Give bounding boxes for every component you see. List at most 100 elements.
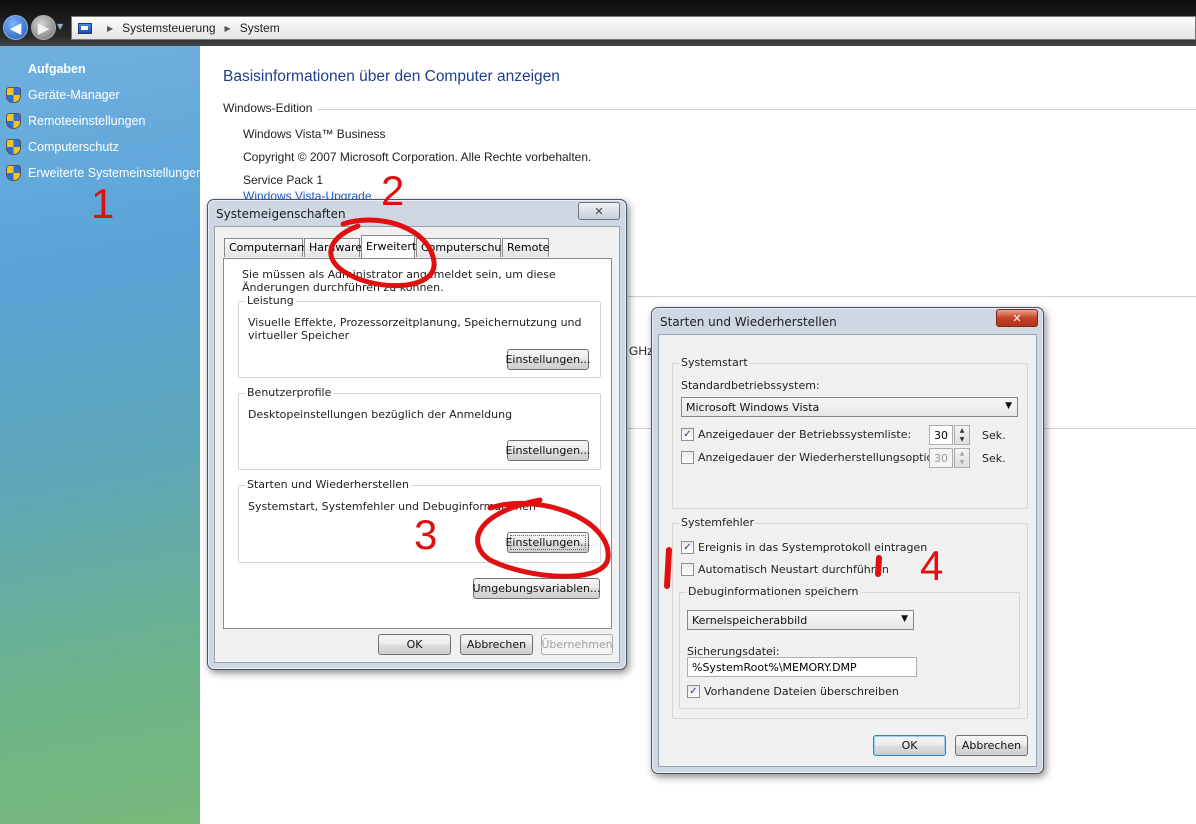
- close-icon[interactable]: ✕: [578, 202, 620, 220]
- forward-arrow-icon[interactable]: ▶: [31, 15, 56, 40]
- group-title: Debuginformationen speichern: [686, 585, 861, 598]
- explorer-toolbar: ◀ ▶ ▼ ▶ Systemsteuerung ▶ System: [0, 0, 1196, 46]
- show-recovery-seconds-input[interactable]: 30: [929, 448, 953, 468]
- group-debug-info: Debuginformationen speichern Kernelspeic…: [679, 585, 1020, 709]
- group-description: Desktopeinstellungen bezüglich der Anmel…: [248, 408, 513, 421]
- overwrite-checkbox[interactable]: ✓ Vorhandene Dateien überschreiben: [687, 685, 899, 698]
- tab-computername[interactable]: Computername: [224, 238, 315, 257]
- group-title: Starten und Wiederherstellen: [245, 478, 411, 491]
- show-list-checkbox[interactable]: ✓ Anzeigedauer der Betriebssystemliste:: [681, 428, 911, 441]
- auto-restart-checkbox[interactable]: Automatisch Neustart durchführen: [681, 563, 889, 576]
- show-recovery-spinner[interactable]: ▲ ▼: [954, 448, 970, 468]
- default-os-value: Microsoft Windows Vista: [686, 401, 820, 414]
- control-panel-icon: [78, 22, 92, 34]
- back-arrow-icon[interactable]: ◀: [3, 15, 28, 40]
- show-list-seconds-input[interactable]: 30: [929, 425, 953, 445]
- breadcrumb-systemsteuerung[interactable]: Systemsteuerung: [122, 21, 215, 35]
- annotation-number-2: 2: [381, 167, 405, 214]
- tab-computerschutz[interactable]: Computerschutz: [416, 238, 512, 257]
- section-heading-edition: Windows-Edition: [223, 101, 313, 115]
- checkbox-unchecked-icon: [681, 451, 694, 464]
- shield-icon: [6, 165, 21, 181]
- shield-icon: [6, 139, 21, 155]
- checkbox-label: Anzeigedauer der Betriebssystemliste:: [698, 428, 912, 441]
- sidebar-item-remote-settings[interactable]: Remoteeinstellungen: [6, 112, 145, 130]
- apply-button[interactable]: Übernehmen: [541, 634, 613, 655]
- group-leistung: Leistung Visuelle Effekte, Prozessorzeit…: [238, 294, 601, 378]
- startup-recovery-dialog: Starten und Wiederherstellen ✕ Systemsta…: [651, 307, 1044, 774]
- divider: [628, 296, 1196, 297]
- tab-remote[interactable]: Remote: [502, 238, 549, 257]
- tab-hardware[interactable]: Hardware: [304, 238, 362, 257]
- debug-type-select[interactable]: Kernelspeicherabbild ▼: [687, 610, 914, 630]
- system-properties-dialog: Systemeigenschaften ✕ Computername Hardw…: [207, 199, 627, 670]
- group-title: Benutzerprofile: [245, 386, 334, 399]
- sidebar-item-system-protection[interactable]: Computerschutz: [6, 138, 119, 156]
- checkbox-unchecked-icon: [681, 563, 694, 576]
- performance-settings-button[interactable]: Einstellungen...: [505, 349, 591, 370]
- unit-label: Sek.: [982, 452, 1006, 465]
- group-title: Systemstart: [679, 356, 750, 369]
- ok-button[interactable]: OK: [378, 634, 451, 655]
- checkbox-checked-icon: ✓: [687, 685, 700, 698]
- checkbox-label: Automatisch Neustart durchführen: [698, 563, 889, 576]
- service-pack: Service Pack 1: [243, 173, 324, 187]
- admin-note: Sie müssen als Administrator angemeldet …: [242, 268, 556, 294]
- chevron-down-icon: ▼: [1005, 401, 1012, 411]
- address-bar[interactable]: ▶ Systemsteuerung ▶ System: [71, 16, 1196, 40]
- chevron-right-icon: ▶: [107, 23, 114, 33]
- default-os-select[interactable]: Microsoft Windows Vista ▼: [681, 397, 1018, 417]
- group-benutzerprofile: Benutzerprofile Desktopeinstellungen bez…: [238, 386, 601, 470]
- annotation-number-3: 3: [414, 511, 438, 558]
- shield-icon: [6, 113, 21, 129]
- sidebar-item-device-manager[interactable]: Geräte-Manager: [6, 86, 120, 104]
- checkbox-checked-icon: ✓: [681, 541, 694, 554]
- breadcrumb-system[interactable]: System: [240, 21, 280, 35]
- group-systemfehler: Systemfehler ✓ Ereignis in das Systemprot…: [672, 516, 1028, 719]
- annotation-number-4: 4: [920, 542, 944, 589]
- edition-name: Windows Vista™ Business: [243, 127, 386, 141]
- page-title: Basisinformationen über den Computer anz…: [223, 68, 560, 85]
- divider: [318, 109, 1196, 110]
- group-title: Systemfehler: [679, 516, 756, 529]
- show-list-spinner[interactable]: ▲ ▼: [954, 425, 970, 445]
- history-dropdown-icon[interactable]: ▼: [57, 22, 63, 31]
- dialog-body: Computername Hardware Erweitert Computer…: [214, 226, 620, 663]
- dialog-body: Systemstart Standardbetriebssystem: Micr…: [658, 334, 1037, 767]
- ok-button[interactable]: OK: [873, 735, 946, 756]
- chevron-down-icon: ▼: [901, 614, 908, 624]
- checkbox-label: Ereignis in das Systemprotokoll eintrage…: [698, 541, 928, 554]
- sidebar-heading: Aufgaben: [28, 62, 86, 76]
- show-recovery-checkbox[interactable]: Anzeigedauer der Wiederherstellungsoptio…: [681, 451, 958, 464]
- sidebar-item-label: Erweiterte Systemeinstellungen: [28, 166, 204, 180]
- tab-erweitert[interactable]: Erweitert: [361, 235, 416, 258]
- cancel-button[interactable]: Abbrechen: [460, 634, 533, 655]
- chevron-right-icon: ▶: [224, 23, 231, 33]
- shield-icon: [6, 87, 21, 103]
- dump-file-input[interactable]: %SystemRoot%\MEMORY.DMP: [687, 657, 917, 677]
- sidebar-item-label: Remoteeinstellungen: [28, 114, 146, 128]
- close-icon[interactable]: ✕: [996, 309, 1038, 327]
- startup-recovery-settings-button[interactable]: Einstellungen...: [505, 532, 591, 553]
- sidebar-item-label: Geräte-Manager: [28, 88, 120, 102]
- profile-settings-button[interactable]: Einstellungen...: [505, 440, 591, 461]
- group-title: Leistung: [245, 294, 296, 307]
- screenshot-stage: ◀ ▶ ▼ ▶ Systemsteuerung ▶ System Aufgabe…: [0, 0, 1196, 824]
- dialog-title: Systemeigenschaften: [216, 207, 346, 221]
- checkbox-checked-icon: ✓: [681, 428, 694, 441]
- processor-speed-fragment: GHz: [629, 344, 653, 358]
- group-description: Visuelle Effekte, Prozessorzeitplanung, …: [248, 316, 582, 342]
- unit-label: Sek.: [982, 429, 1006, 442]
- log-event-checkbox[interactable]: ✓ Ereignis in das Systemprotokoll eintrag…: [681, 541, 927, 554]
- sidebar-item-label: Computerschutz: [28, 140, 120, 154]
- copyright-text: Copyright © 2007 Microsoft Corporation. …: [243, 150, 592, 164]
- environment-variables-button[interactable]: Umgebungsvariablen...: [473, 578, 601, 599]
- debug-type-value: Kernelspeicherabbild: [692, 614, 808, 627]
- dialog-title: Starten und Wiederherstellen: [660, 315, 837, 329]
- cancel-button[interactable]: Abbrechen: [955, 735, 1028, 756]
- checkbox-label: Vorhandene Dateien überschreiben: [704, 685, 899, 698]
- group-systemstart: Systemstart Standardbetriebssystem: Micr…: [672, 356, 1028, 509]
- tab-strip: Computername Hardware Erweitert Computer…: [224, 235, 616, 259]
- annotation-number-1: 1: [91, 180, 115, 227]
- default-os-label: Standardbetriebssystem:: [681, 379, 820, 392]
